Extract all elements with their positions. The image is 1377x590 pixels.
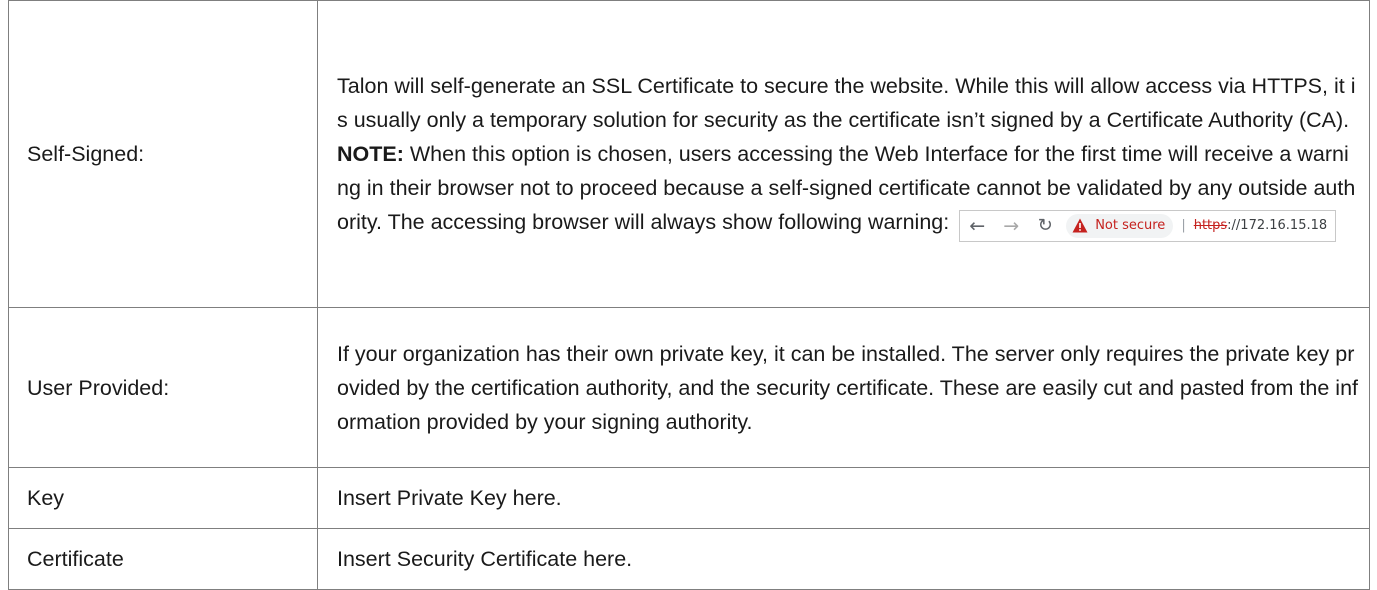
table-row-key: Key Insert Private Key here. [8, 467, 1370, 529]
row-label-self-signed: Self-Signed: [8, 0, 318, 308]
row-label-certificate: Certificate [8, 528, 318, 590]
security-indicator: Not secure [1066, 213, 1174, 238]
warning-triangle-icon [1072, 218, 1088, 233]
row-content-self-signed: Talon will self-generate an SSL Certific… [317, 0, 1370, 308]
certificate-options-table: Self-Signed: Talon will self-generate an… [8, 0, 1370, 590]
row-label-key: Key [8, 467, 318, 529]
row-content-key: Insert Private Key here. [317, 467, 1370, 529]
table-row-certificate: Certificate Insert Security Certificate … [8, 528, 1370, 590]
forward-arrow-icon: → [1003, 214, 1020, 237]
not-secure-label: Not secure [1095, 217, 1166, 233]
browser-address-bar-image: ← → ↻ Not secure | https://172.16.15.18 [959, 209, 1337, 242]
address-separator: | [1181, 217, 1186, 233]
row-content-certificate: Insert Security Certificate here. [317, 528, 1370, 590]
reload-icon: ↻ [1037, 214, 1053, 236]
table-row-user-provided: User Provided: If your organization has … [8, 307, 1370, 468]
self-signed-description: Talon will self-generate an SSL Certific… [337, 73, 1356, 132]
note-label: NOTE: [337, 141, 404, 166]
table-row-self-signed: Self-Signed: Talon will self-generate an… [8, 0, 1370, 308]
url-scheme: https [1193, 217, 1228, 233]
back-arrow-icon: ← [969, 214, 986, 237]
row-content-user-provided: If your organization has their own priva… [317, 307, 1370, 468]
row-label-user-provided: User Provided: [8, 307, 318, 468]
url-host: ://172.16.15.18 [1227, 217, 1328, 233]
